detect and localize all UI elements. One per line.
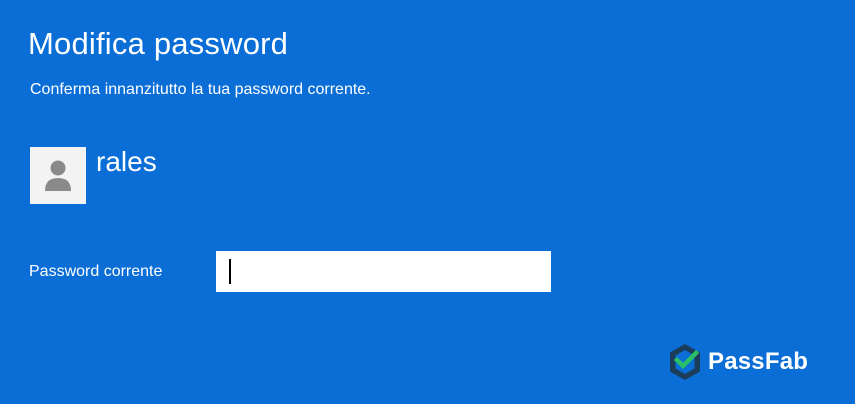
page-title: Modifica password (28, 26, 289, 61)
passfab-watermark: PassFab (668, 343, 808, 381)
page-subtitle: Conferma innanzitutto la tua password co… (30, 81, 371, 98)
passfab-logo-icon (670, 344, 700, 380)
text-caret (229, 259, 231, 284)
user-silhouette-icon (45, 160, 71, 191)
user-avatar (30, 147, 86, 204)
current-password-label: Password corrente (29, 263, 163, 280)
passfab-brand-text: PassFab (708, 348, 809, 375)
current-password-input[interactable] (216, 251, 551, 292)
user-name: rales (96, 146, 157, 177)
